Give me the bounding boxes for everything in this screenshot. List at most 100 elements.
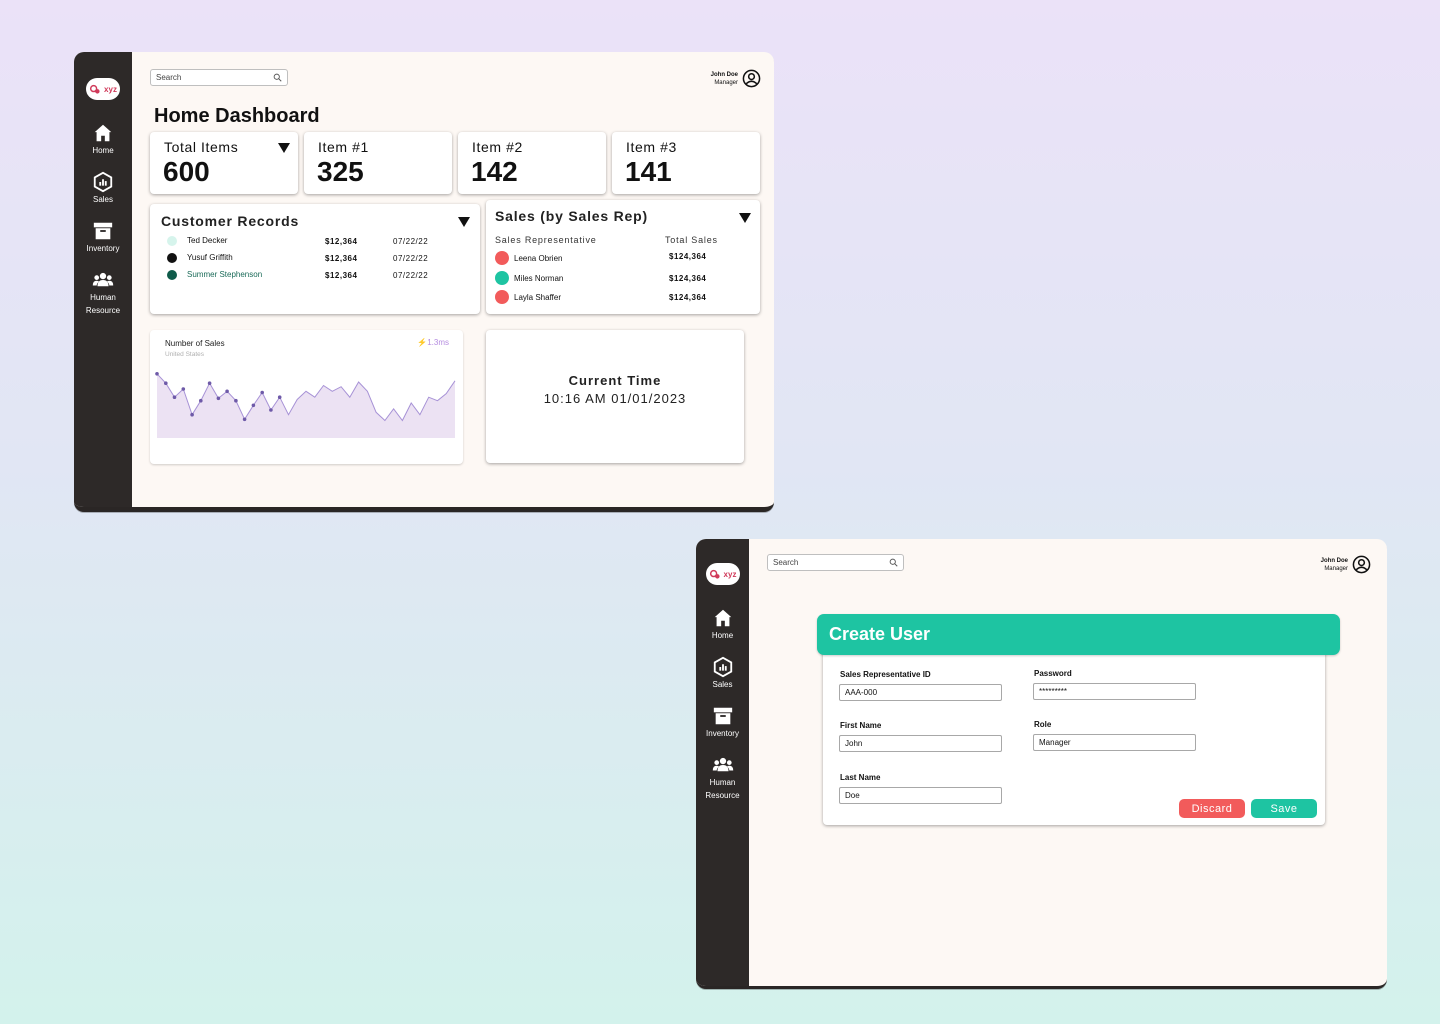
create-user-main: Search John Doe Manager Sales Representa… [749,539,1387,986]
search-icon[interactable] [889,558,898,567]
table-row[interactable]: Layla Shaffer $124,364 [486,289,760,305]
chart-data-point[interactable] [260,390,264,395]
user-menu[interactable]: John Doe Manager [1321,555,1371,574]
card-title: Customer Records [161,213,300,229]
sidebar-item-sales[interactable]: Sales [92,171,114,206]
brand-logo[interactable]: xyz [705,563,740,585]
dashboard-window: xyz Home Sales Inventory Human Resource … [74,52,774,512]
sidebar-item-home[interactable]: Home [92,122,114,157]
search-icon[interactable] [273,73,282,82]
dropdown-triangle-icon[interactable] [278,143,290,153]
chart-data-point[interactable] [234,398,238,403]
create-user-header: Create User [817,614,1340,655]
search-input[interactable]: Search [767,554,904,571]
dropdown-triangle-icon[interactable] [739,213,751,223]
archive-box-icon [713,707,732,725]
search-placeholder: Search [773,558,799,567]
sidebar-item-inventory[interactable]: Inventory [87,220,119,255]
sales-area-chart [155,372,456,438]
people-icon [712,757,733,772]
rep-total: $124,364 [669,252,707,261]
chart-title: Number of Sales [165,339,225,348]
rep-name: Layla Shaffer [514,293,561,302]
stat-card-item-2[interactable]: Item #2 142 [458,132,606,194]
chart-data-point[interactable] [251,403,256,408]
sidebar-item-human-resource[interactable]: Human Resource [86,269,120,317]
sidebar-item-home[interactable]: Home [712,607,734,642]
brand-logo-text: xyz [723,569,737,579]
status-dot [495,290,509,304]
sidebar-item-inventory[interactable]: Inventory [706,705,739,740]
chart-data-point[interactable] [190,412,194,417]
dashboard-main: Search John Doe Manager Home Dashboard T… [132,52,774,507]
user-info: John Doe Manager [1321,557,1348,573]
rep-id-field[interactable]: AAA-000 [839,684,1002,701]
chart-data-point[interactable] [164,381,168,385]
discard-button[interactable]: Discard [1179,799,1245,818]
chart-data-point[interactable] [172,395,177,399]
card-title: Sales (by Sales Rep) [495,208,648,224]
dropdown-triangle-icon[interactable] [458,217,470,227]
sidebar-item-sales[interactable]: Sales [712,656,734,691]
table-row[interactable]: Miles Norman $124,364 [486,270,760,286]
last-name-label: Last Name [840,773,881,782]
customer-records-card: Customer Records Ted Decker $12,364 07/2… [150,204,480,314]
user-avatar-icon[interactable] [1352,555,1371,574]
password-field[interactable]: ********* [1033,683,1196,700]
status-dot [495,271,509,285]
brand-logo-text: xyz [104,84,117,94]
stat-value: 600 [163,156,210,187]
chart-data-point[interactable] [242,417,247,422]
search-input[interactable]: Search [150,69,288,86]
sidebar-item-human-resource[interactable]: Human Resource [705,754,740,802]
stat-card-item-3[interactable]: Item #3 141 [612,132,760,194]
chart-data-point[interactable] [155,372,159,376]
create-user-form: Sales Representative ID AAA-000 Password… [823,639,1325,825]
chart-data-point[interactable] [277,395,282,399]
chart-data-point[interactable] [181,387,186,391]
sales-chart-icon [93,171,113,193]
sidebar-item-label: Human [709,778,736,787]
stat-card-total-items[interactable]: Total Items 600 [150,132,298,194]
role-field[interactable]: Manager [1033,734,1196,751]
table-row[interactable]: Summer Stephenson $12,364 07/22/22 [150,267,480,283]
table-row[interactable]: Yusuf Griffith $12,364 07/22/22 [150,250,480,266]
user-avatar-icon[interactable] [742,69,761,88]
first-name-label: First Name [840,721,882,730]
stat-label: Item #1 [318,139,369,155]
chart-data-point[interactable] [269,408,273,412]
user-name: John Doe [1320,557,1348,564]
archive-box-icon [93,222,113,240]
stat-card-item-1[interactable]: Item #1 325 [304,132,452,194]
current-time-card: Current Time 10:16 AM 01/01/2023 [486,330,744,463]
table-row[interactable]: Ted Decker $12,364 07/22/22 [150,233,480,249]
sidebar-item-label: Resource [85,306,121,315]
sidebar-item-label: Home [92,146,114,155]
page-title: Home Dashboard [154,105,320,127]
first-name-field[interactable]: John [839,735,1002,752]
sidebar: xyz Home Sales Inventory Human Resource [74,52,132,507]
rep-total: $124,364 [669,274,707,283]
chart-data-point[interactable] [199,398,203,403]
password-label: Password [1034,669,1072,678]
brand-logo[interactable]: xyz [86,78,120,100]
chart-data-point[interactable] [225,389,229,394]
rep-name: Leena Obrien [514,254,563,263]
stat-value: 142 [471,156,518,187]
last-name-field[interactable]: Doe [839,787,1002,804]
user-role: Manager [714,79,738,86]
sales-chart-icon [713,656,732,678]
home-icon [94,124,112,142]
table-row[interactable]: Leena Obrien $124,364 [486,250,760,266]
create-user-window: xyz Home Sales Inventory Human Resource … [696,539,1387,989]
stat-value: 325 [317,156,364,187]
save-button[interactable]: Save [1251,799,1317,818]
form-title: Create User [829,624,931,644]
customer-name: Summer Stephenson [187,270,263,279]
stat-value: 141 [625,156,672,187]
customer-name: Yusuf Griffith [187,253,233,262]
user-menu[interactable]: John Doe Manager [711,69,761,88]
sidebar-item-label: Human [90,293,116,302]
chart-data-point[interactable] [207,381,212,385]
chart-data-point[interactable] [216,396,221,401]
